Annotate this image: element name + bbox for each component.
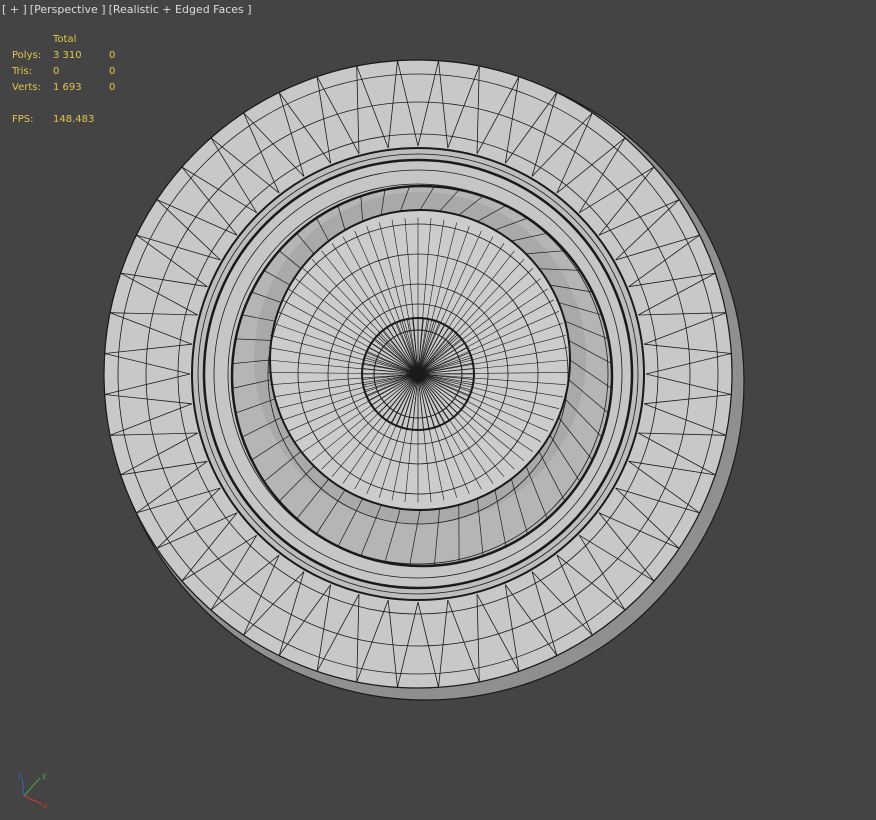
axis-y-label: y bbox=[42, 771, 47, 780]
axis-z-label: z bbox=[18, 771, 22, 780]
mesh-object[interactable] bbox=[0, 0, 876, 820]
axis-x-label: x bbox=[43, 801, 48, 808]
axis-gizmo: y x z bbox=[18, 771, 48, 808]
axis-y-line bbox=[23, 777, 41, 797]
hub-radial-edges bbox=[362, 318, 474, 430]
3d-viewport[interactable]: [ + ] [Perspective ] [Realistic + Edged … bbox=[0, 0, 876, 820]
axis-x-line bbox=[23, 795, 43, 805]
axis-z-line bbox=[21, 777, 25, 797]
